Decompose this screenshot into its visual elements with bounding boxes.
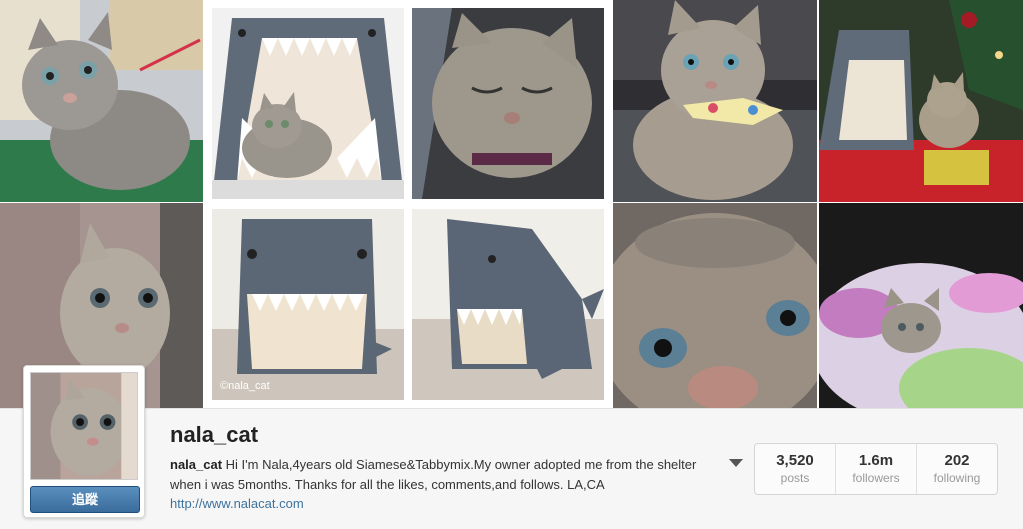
photo-tile[interactable] [819, 203, 1023, 408]
avatar[interactable] [30, 372, 138, 480]
photo-tile[interactable] [412, 8, 604, 199]
follow-button[interactable]: 追蹤 [30, 486, 140, 513]
photo-tile[interactable]: ©nala_cat [212, 209, 404, 400]
photo-mosaic: ©nala_cat [0, 0, 1023, 408]
photo-tile[interactable] [613, 0, 817, 202]
avatar-card: 追蹤 [23, 365, 145, 518]
stat-value: 1.6m [858, 452, 894, 469]
stat-label: followers [852, 471, 900, 485]
profile-bio: nala_cat Hi I'm Nala,4years old Siamese&… [170, 455, 700, 495]
stat-posts[interactable]: 3,520 posts [755, 444, 836, 494]
stat-label: following [933, 471, 981, 485]
bio-text: Hi I'm Nala,4years old Siamese&Tabbymix.… [170, 457, 697, 492]
stat-value: 202 [944, 452, 970, 469]
profile-page: ©nala_cat 追蹤 nala_cat nala_cat Hi I'm Na… [0, 0, 1023, 529]
stat-label: posts [780, 471, 810, 485]
stat-following[interactable]: 202 following [917, 444, 997, 494]
photo-tile[interactable] [613, 203, 817, 408]
bio-handle[interactable]: nala_cat [170, 457, 222, 472]
stat-followers[interactable]: 1.6m followers [836, 444, 917, 494]
photo-tile[interactable] [412, 209, 604, 400]
photo-tile[interactable] [0, 0, 203, 202]
photo-tile[interactable] [819, 0, 1023, 202]
photo-tile[interactable] [212, 8, 404, 199]
caret-down-icon[interactable] [727, 456, 745, 468]
photo-watermark: ©nala_cat [220, 380, 270, 392]
website-link[interactable]: http://www.nalacat.com [170, 496, 304, 511]
profile-stats: 3,520 posts 1.6m followers 202 following [754, 443, 998, 495]
profile-username: nala_cat [170, 422, 259, 447]
stat-value: 3,520 [776, 452, 814, 469]
